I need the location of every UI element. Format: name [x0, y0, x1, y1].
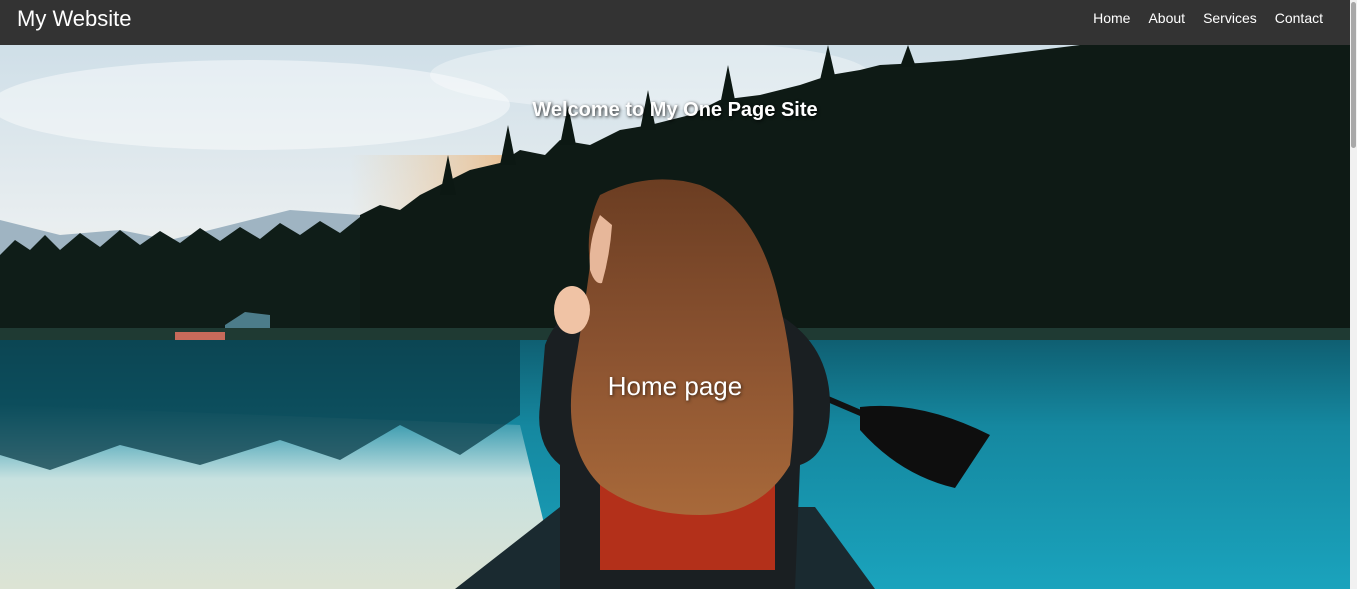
nav-link-services[interactable]: Services [1203, 10, 1257, 26]
page: My Website Home About Services Contact W… [0, 0, 1357, 589]
navbar: My Website Home About Services Contact [0, 0, 1350, 45]
hero-subtitle: Home page [607, 371, 743, 401]
nav-links: Home About Services Contact [1093, 10, 1323, 26]
site-brand[interactable]: My Website [17, 6, 132, 32]
nav-link-home[interactable]: Home [1093, 10, 1130, 26]
hero-photo [0, 45, 1350, 589]
nav-link-contact[interactable]: Contact [1275, 10, 1323, 26]
hero-title: Welcome to My One Page Site [532, 99, 818, 121]
page-scrollbar[interactable] [1350, 0, 1357, 589]
scrollbar-thumb[interactable] [1351, 2, 1356, 148]
nav-link-about[interactable]: About [1148, 10, 1185, 26]
hero-section: Welcome to My One Page Site Home page [0, 45, 1350, 589]
